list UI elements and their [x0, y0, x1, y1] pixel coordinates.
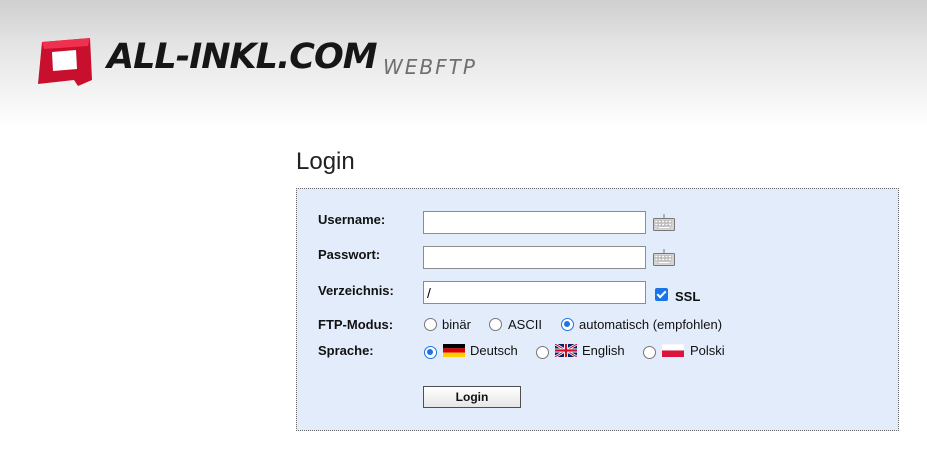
language-english-label: English — [582, 343, 625, 358]
virtual-keyboard-icon[interactable] — [653, 249, 675, 266]
login-button[interactable]: Login — [423, 386, 521, 408]
ftp-mode-ascii-label: ASCII — [508, 317, 542, 332]
ssl-checkbox[interactable] — [655, 288, 668, 301]
language-deutsch-label: Deutsch — [470, 343, 518, 358]
language-polski-label: Polski — [690, 343, 725, 358]
username-input[interactable] — [423, 211, 646, 234]
ftp-mode-binary-radio[interactable] — [424, 318, 437, 331]
username-label: Username: — [318, 212, 386, 227]
page-title: Login — [296, 148, 355, 175]
germany-flag-icon — [443, 344, 465, 357]
password-input[interactable] — [423, 246, 646, 269]
ftp-mode-binary-label: binär — [442, 317, 471, 332]
password-label: Passwort: — [318, 247, 381, 262]
ftp-mode-ascii-radio[interactable] — [489, 318, 502, 331]
product-name: WEBFTP — [383, 55, 477, 79]
page-header: ALL-INKL.COM WEBFTP — [0, 0, 927, 128]
poland-flag-icon — [662, 344, 684, 357]
language-english-radio[interactable] — [536, 346, 549, 359]
all-inkl-logo-icon — [38, 38, 92, 86]
ftp-mode-auto-radio[interactable] — [561, 318, 574, 331]
directory-input[interactable] — [423, 281, 646, 304]
language-label: Sprache: — [318, 343, 374, 358]
ftp-mode-auto-label: automatisch (empfohlen) — [579, 317, 723, 332]
virtual-keyboard-icon[interactable] — [653, 214, 675, 231]
uk-flag-icon — [555, 344, 577, 357]
language-deutsch-radio[interactable] — [424, 346, 437, 359]
ssl-label: SSL — [675, 289, 701, 304]
language-polski-radio[interactable] — [643, 346, 656, 359]
directory-label: Verzeichnis: — [318, 283, 394, 298]
ftp-mode-label: FTP-Modus: — [318, 317, 394, 332]
brand-name: ALL-INKL.COM — [107, 37, 378, 77]
